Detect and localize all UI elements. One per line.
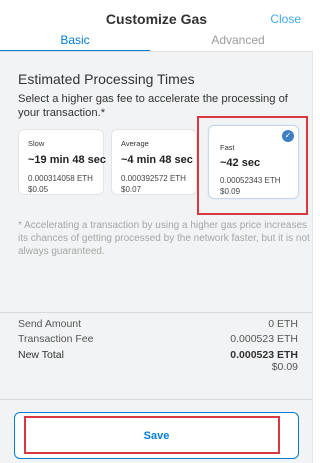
- summary-value: 0.000523 ETH: [230, 349, 298, 361]
- close-link[interactable]: Close: [270, 12, 301, 26]
- save-button[interactable]: Save: [14, 412, 299, 459]
- summary-value-usd: $0.09: [271, 361, 298, 373]
- summary-label: Transaction Fee: [18, 333, 94, 345]
- summary-label: Send Amount: [18, 318, 82, 330]
- gas-option-time: ~19 min 48 sec: [28, 154, 106, 166]
- tab-advanced[interactable]: Advanced: [163, 30, 313, 52]
- summary-label: New Total: [18, 349, 64, 361]
- gas-option-average[interactable]: Average ~4 min 48 sec 0.000392572 ETH $0…: [111, 129, 197, 195]
- gas-option-speed: Fast: [220, 143, 235, 152]
- summary-value: 0.000523 ETH: [230, 333, 298, 345]
- gas-option-eth: 0.00052343 ETH: [220, 176, 281, 185]
- gas-option-eth: 0.000392572 ETH: [121, 174, 186, 183]
- gas-option-usd: $0.07: [121, 185, 142, 194]
- customize-gas-dialog: Customize Gas Close Basic Advanced Estim…: [0, 0, 313, 463]
- gas-option-eth: 0.000314058 ETH: [28, 174, 93, 183]
- gas-option-usd: $0.05: [28, 185, 49, 194]
- gas-option-fast[interactable]: ✓ Fast ~42 sec 0.00052343 ETH $0.09: [208, 125, 299, 199]
- gas-option-time: ~4 min 48 sec: [121, 154, 193, 166]
- dialog-header: Customize Gas Close Basic Advanced: [0, 0, 313, 52]
- acceleration-note: * Accelerating a transaction by using a …: [18, 220, 310, 257]
- tab-basic[interactable]: Basic: [0, 30, 150, 52]
- summary-divider: [0, 312, 313, 313]
- gas-option-time: ~42 sec: [220, 157, 261, 169]
- gas-option-speed: Average: [121, 139, 149, 148]
- tab-bar: Basic Advanced: [0, 30, 313, 52]
- gas-option-usd: $0.09: [220, 187, 241, 196]
- dialog-title: Customize Gas: [105, 11, 208, 27]
- footer-divider: [0, 399, 313, 400]
- gas-option-speed: Slow: [28, 139, 45, 148]
- scroll-edge: [312, 52, 313, 463]
- summary-value: 0 ETH: [268, 318, 298, 330]
- estimates-description: Select a higher gas fee to accelerate th…: [18, 93, 288, 119]
- estimates-title: Estimated Processing Times: [18, 71, 195, 87]
- checkmark-icon: ✓: [282, 130, 294, 142]
- header-divider: [0, 51, 313, 52]
- gas-option-slow[interactable]: Slow ~19 min 48 sec 0.000314058 ETH $0.0…: [18, 129, 106, 195]
